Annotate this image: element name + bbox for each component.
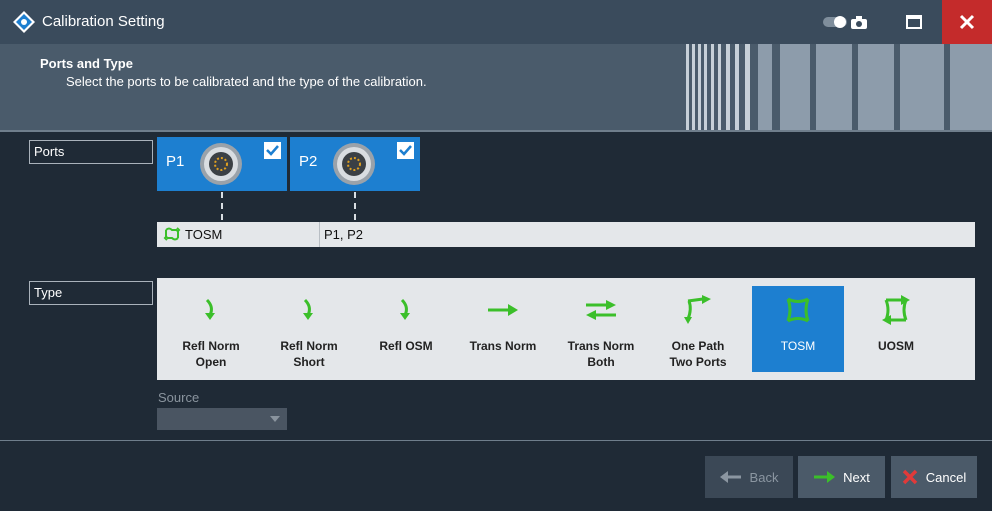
type-label-line1: Refl OSM (379, 339, 433, 353)
page-header: Ports and Type Select the ports to be ca… (0, 44, 992, 130)
arrow-left-icon (719, 471, 741, 483)
cancel-label: Cancel (925, 469, 967, 485)
page-title: Ports and Type (40, 56, 133, 71)
one-path-icon (684, 295, 711, 324)
type-option-trans-norm[interactable]: Trans Norm (457, 286, 549, 372)
tosm-icon (786, 297, 810, 323)
type-label-line1: Trans Norm (567, 339, 635, 353)
refl-arrow-icon (303, 298, 313, 320)
port-name: P2 (299, 153, 318, 170)
type-label-line2: Open (195, 355, 227, 369)
type-label-line1: Refl Norm (280, 339, 338, 353)
type-label-line2: Two Ports (669, 355, 727, 369)
source-dropdown[interactable] (157, 408, 287, 430)
ports-section-label: Ports (29, 140, 153, 164)
type-label-line2: Short (293, 355, 325, 369)
page-subtitle: Select the ports to be calibrated and th… (66, 74, 427, 89)
next-label: Next (843, 469, 870, 485)
calibration-assignment-bar[interactable]: TOSM P1, P2 (157, 222, 975, 247)
type-label-line1: Trans Norm (469, 339, 537, 353)
check-icon (399, 145, 412, 156)
tosm-icon (163, 227, 181, 241)
type-label-line1: One Path (671, 339, 725, 353)
chevron-down-icon (270, 416, 280, 422)
type-label-line1: Refl Norm (182, 339, 240, 353)
type-option-refl-norm-short[interactable]: Refl Norm Short (263, 286, 355, 372)
close-icon (902, 469, 918, 485)
connector-icon (200, 143, 242, 185)
maximize-icon[interactable] (891, 0, 937, 44)
calibration-type-panel: Refl Norm Open Refl Norm Short Refl OSM Tr… (157, 278, 975, 380)
source-label: Source (158, 390, 200, 405)
check-icon (266, 145, 279, 156)
bidirectional-arrow-icon (586, 300, 616, 320)
next-button[interactable]: Next (798, 456, 885, 498)
port-connector-line (221, 192, 223, 220)
uosm-icon (882, 295, 910, 325)
trans-arrow-icon (488, 304, 518, 316)
port-connector-line (354, 192, 356, 220)
type-option-refl-osm[interactable]: Refl OSM (360, 286, 452, 372)
type-option-uosm[interactable]: UOSM (850, 286, 942, 372)
header-divider (0, 130, 992, 132)
type-option-tosm[interactable]: TOSM (752, 286, 844, 372)
refl-arrow-icon (400, 298, 410, 320)
back-button[interactable]: Back (705, 456, 793, 498)
port-tile-p2[interactable]: P2 (290, 137, 420, 191)
port-tile-p1[interactable]: P1 (157, 137, 287, 191)
assignment-type-cell: TOSM (157, 222, 320, 247)
arrow-right-icon (814, 471, 836, 483)
close-icon[interactable] (942, 0, 992, 44)
back-label: Back (749, 469, 779, 485)
type-option-trans-norm-both[interactable]: Trans Norm Both (555, 286, 647, 372)
type-section-label: Type (29, 281, 153, 305)
window-title: Calibration Setting (42, 13, 165, 30)
port-name: P1 (166, 153, 185, 170)
assignment-type: TOSM (185, 227, 223, 242)
type-label-line1: UOSM (878, 339, 914, 353)
cancel-button[interactable]: Cancel (891, 456, 977, 498)
footer-divider (0, 440, 992, 441)
assignment-ports: P1, P2 (324, 227, 364, 242)
refl-arrow-icon (205, 298, 215, 320)
connector-icon (333, 143, 375, 185)
port-checkbox[interactable] (397, 142, 414, 159)
title-bar: Calibration Setting (0, 0, 992, 44)
app-logo-icon (13, 11, 35, 33)
type-option-refl-norm-open[interactable]: Refl Norm Open (165, 286, 257, 372)
camera-icon[interactable] (836, 0, 882, 44)
type-label-line1: TOSM (780, 339, 816, 353)
port-checkbox[interactable] (264, 142, 281, 159)
type-option-one-path-two-ports[interactable]: One Path Two Ports (652, 286, 744, 372)
type-label-line2: Both (587, 355, 615, 369)
header-decoration (682, 44, 992, 130)
